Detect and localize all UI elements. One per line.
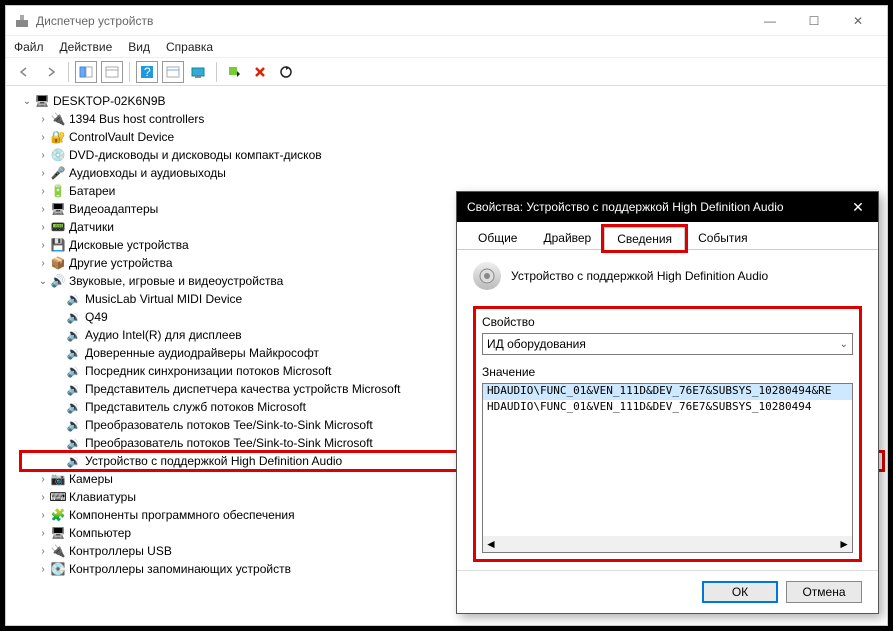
storage-icon: 💽: [49, 561, 67, 577]
uninstall-button[interactable]: [249, 61, 271, 83]
menu-view[interactable]: Вид: [128, 40, 150, 54]
disk-icon: 💾: [49, 237, 67, 253]
menu-file[interactable]: Файл: [14, 40, 44, 54]
value-listbox[interactable]: HDAUDIO\FUNC_01&VEN_111D&DEV_76E7&SUBSYS…: [482, 383, 853, 553]
svg-text:?: ?: [144, 65, 151, 79]
dialog-tabs: Общие Драйвер Сведения События: [457, 222, 878, 250]
display-icon: 🖥: [49, 201, 67, 217]
computer-icon: 🖥: [49, 525, 67, 541]
close-button[interactable]: ✕: [845, 11, 871, 31]
menu-help[interactable]: Справка: [166, 40, 213, 54]
scan-button[interactable]: [188, 61, 210, 83]
dvd-icon: 💿: [49, 147, 67, 163]
sound-icon: 🔉: [65, 327, 83, 343]
maximize-button[interactable]: ☐: [801, 11, 827, 31]
audio-icon: 🎤: [49, 165, 67, 181]
select-value: ИД оборудования: [487, 337, 586, 351]
sound-icon: 🔉: [65, 345, 83, 361]
device-icon: 🔐: [49, 129, 67, 145]
sound-icon: 🔉: [65, 417, 83, 433]
other-icon: 📦: [49, 255, 67, 271]
menubar: Файл Действие Вид Справка: [6, 36, 887, 58]
dialog-buttons: ОК Отмена: [457, 570, 878, 613]
tree-root[interactable]: ⌄🖥DESKTOP-02K6N9B: [21, 92, 883, 110]
refresh-button[interactable]: [275, 61, 297, 83]
dialog-titlebar: Свойства: Устройство с поддержкой High D…: [457, 192, 878, 222]
property-select[interactable]: ИД оборудования ⌄: [482, 333, 853, 355]
dialog-title: Свойства: Устройство с поддержкой High D…: [467, 200, 848, 214]
properties-dialog: Свойства: Устройство с поддержкой High D…: [456, 191, 879, 614]
back-button[interactable]: [14, 61, 36, 83]
sound-icon: 🔉: [65, 435, 83, 451]
sound-icon: 🔉: [65, 381, 83, 397]
property-group-highlight: Свойство ИД оборудования ⌄ Значение HDAU…: [473, 306, 862, 562]
menu-action[interactable]: Действие: [60, 40, 113, 54]
sound-icon: 🔊: [49, 273, 67, 289]
sound-icon: 🔉: [65, 309, 83, 325]
software-icon: 🧩: [49, 507, 67, 523]
tree-item[interactable]: ›🎤Аудиовходы и аудиовыходы: [21, 164, 883, 182]
properties-button[interactable]: [162, 61, 184, 83]
cancel-button[interactable]: Отмена: [786, 581, 862, 603]
ok-button[interactable]: ОК: [702, 581, 778, 603]
tab-general[interactable]: Общие: [465, 226, 530, 249]
view-button[interactable]: [101, 61, 123, 83]
minimize-button[interactable]: —: [757, 11, 783, 31]
forward-button[interactable]: [40, 61, 62, 83]
dialog-body: Устройство с поддержкой High Definition …: [457, 250, 878, 570]
list-item[interactable]: HDAUDIO\FUNC_01&VEN_111D&DEV_76E7&SUBSYS…: [483, 384, 852, 400]
chevron-down-icon: ⌄: [840, 339, 848, 350]
tab-details[interactable]: Сведения: [604, 227, 685, 250]
content-area: ⌄🖥DESKTOP-02K6N9B ›🔌1394 Bus host contro…: [6, 86, 887, 626]
sensor-icon: 📟: [49, 219, 67, 235]
toolbar: ?: [6, 58, 887, 86]
battery-icon: 🔋: [49, 183, 67, 199]
sound-icon: 🔉: [65, 363, 83, 379]
value-label: Значение: [482, 365, 853, 379]
tree-item[interactable]: ›🔌1394 Bus host controllers: [21, 110, 883, 128]
horizontal-scrollbar[interactable]: ◄ ►: [483, 536, 852, 552]
show-hidden-button[interactable]: [75, 61, 97, 83]
scroll-right-icon[interactable]: ►: [838, 537, 850, 551]
property-label: Свойство: [482, 315, 853, 329]
tab-events[interactable]: События: [685, 226, 761, 249]
device-manager-window: Диспетчер устройств — ☐ ✕ Файл Действие …: [5, 5, 888, 626]
dialog-close-button[interactable]: ✕: [848, 199, 868, 216]
sound-icon: 🔉: [65, 453, 83, 469]
window-title: Диспетчер устройств: [36, 14, 757, 28]
device-name-label: Устройство с поддержкой High Definition …: [511, 269, 768, 283]
app-icon: [14, 13, 30, 29]
scroll-left-icon[interactable]: ◄: [485, 537, 497, 551]
sound-icon: 🔉: [65, 399, 83, 415]
tab-driver[interactable]: Драйвер: [530, 226, 604, 249]
list-item[interactable]: HDAUDIO\FUNC_01&VEN_111D&DEV_76E7&SUBSYS…: [483, 400, 852, 416]
camera-icon: 📷: [49, 471, 67, 487]
tree-item[interactable]: ›💿DVD-дисководы и дисководы компакт-диск…: [21, 146, 883, 164]
tree-item[interactable]: ›🔐ControlVault Device: [21, 128, 883, 146]
help-button[interactable]: ?: [136, 61, 158, 83]
titlebar: Диспетчер устройств — ☐ ✕: [6, 6, 887, 36]
sound-icon: 🔉: [65, 291, 83, 307]
computer-icon: 🖥: [33, 93, 51, 109]
device-icon: 🔌: [49, 111, 67, 127]
keyboard-icon: ⌨: [49, 489, 67, 505]
update-driver-button[interactable]: [223, 61, 245, 83]
speaker-icon: [473, 262, 501, 290]
usb-icon: 🔌: [49, 543, 67, 559]
